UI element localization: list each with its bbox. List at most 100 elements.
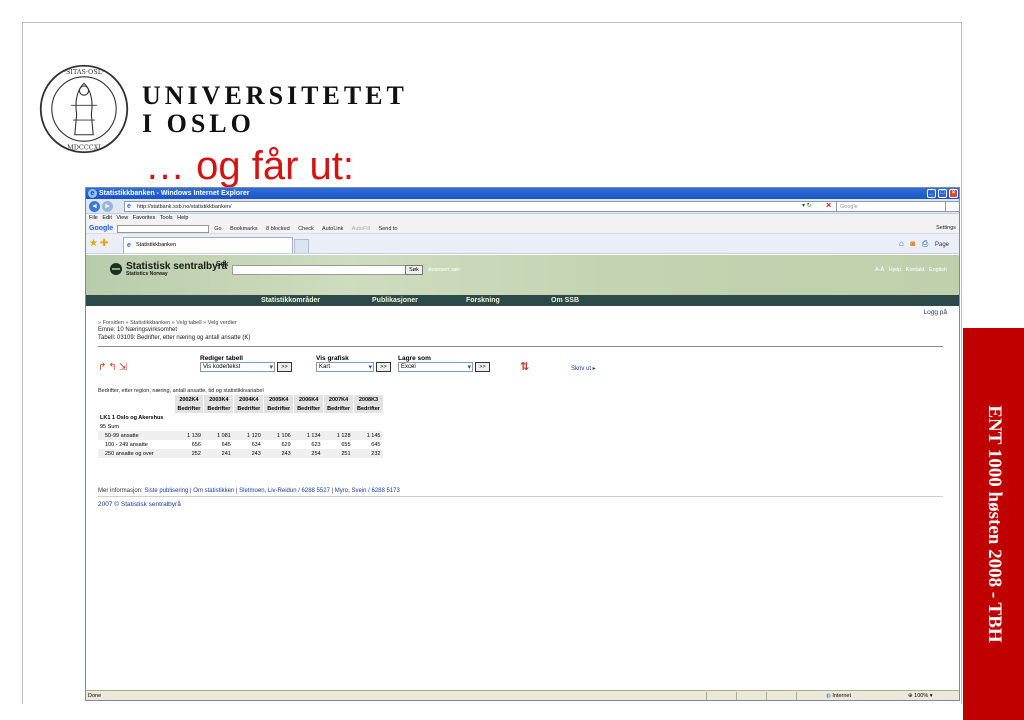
popup-blocked-button[interactable]: 8 blocked bbox=[266, 226, 290, 232]
divider bbox=[98, 496, 943, 497]
copyright[interactable]: 2007 © Statistisk sentralbyrå bbox=[98, 501, 181, 508]
edit-table-select[interactable]: Vis kode/tekst bbox=[200, 362, 275, 372]
settings-button[interactable]: Settings bbox=[936, 223, 956, 234]
status-divider bbox=[796, 692, 797, 700]
save-as-select[interactable]: Excel bbox=[398, 362, 473, 372]
print-link[interactable]: Skriv ut ▸ bbox=[571, 365, 596, 372]
table-cell: 252 bbox=[174, 449, 204, 458]
measure-header: Bedrifter bbox=[353, 404, 384, 413]
period-header[interactable]: 2007K4 bbox=[323, 395, 355, 404]
save-as-go-button[interactable]: >> bbox=[474, 362, 490, 372]
more-info-links[interactable]: Siste publisering | Om statistikken | Sl… bbox=[144, 488, 399, 494]
nav-statistikkomrader[interactable]: Statistikkområder bbox=[261, 295, 320, 306]
back-icon[interactable]: ◄ bbox=[89, 201, 100, 212]
slide-heading: … og får ut: bbox=[145, 144, 354, 188]
period-header[interactable]: 2004K4 bbox=[233, 395, 265, 404]
graph-select[interactable]: Kart bbox=[316, 362, 374, 372]
print-icon[interactable]: ⎙ bbox=[922, 239, 928, 248]
nav-forskning[interactable]: Forskning bbox=[466, 295, 500, 306]
table-row: 250 ansatte og over 252 241 243 243 254 … bbox=[98, 449, 384, 458]
tab-bar: ★✚ Statistikkbanken ⌂ ◙ ⎙ Page bbox=[86, 234, 959, 254]
home-icon[interactable]: ⌂ bbox=[899, 239, 904, 248]
svg-text:MDCCCXI: MDCCCXI bbox=[67, 143, 101, 151]
internet-explorer-icon: e bbox=[88, 189, 97, 198]
edit-table-group: Rediger tabell Vis kode/tekst >> bbox=[200, 355, 292, 372]
spellcheck-button[interactable]: Check bbox=[298, 226, 314, 232]
window-titlebar[interactable]: e Statistikkbanken - Windows Internet Ex… bbox=[86, 188, 959, 199]
ssb-search-input[interactable] bbox=[232, 265, 407, 275]
period-header[interactable]: 2003K4 bbox=[203, 395, 235, 404]
period-header[interactable]: 2008K3 bbox=[353, 395, 384, 404]
table-cell: 645 bbox=[371, 441, 381, 448]
breadcrumb[interactable]: » Forsiden » Statistikkbanken » Velg tab… bbox=[98, 320, 237, 326]
ssb-search-button[interactable]: Søk bbox=[405, 265, 423, 275]
table-row: 100 - 249 ansatte 656 645 634 629 623 65… bbox=[98, 440, 383, 449]
row-label: 100 - 249 ansatte bbox=[105, 441, 148, 448]
table-cell: 1 145 bbox=[353, 431, 384, 440]
google-search-input[interactable] bbox=[116, 224, 209, 233]
more-info: Mer informasjon: Siste publisering | Om … bbox=[98, 488, 400, 494]
close-icon[interactable]: × bbox=[949, 189, 958, 198]
google-toolbar: Google Go Bookmarks 8 blocked Check Auto… bbox=[86, 223, 959, 234]
graph-go-button[interactable]: >> bbox=[375, 362, 391, 372]
page-content: Statistisk sentralbyrå Statistics Norway… bbox=[86, 255, 959, 690]
pivot-arrows-icon[interactable]: ↱↰⇲ bbox=[98, 362, 129, 373]
new-tab-button[interactable] bbox=[294, 239, 309, 253]
table-cell: 1 120 bbox=[233, 431, 264, 440]
search-input[interactable]: Google bbox=[836, 201, 946, 212]
advanced-search-link[interactable]: Avansert søk bbox=[428, 267, 460, 273]
ssb-main-nav: Statistikkområder Publikasjoner Forsknin… bbox=[86, 295, 959, 306]
ssb-logo-icon[interactable] bbox=[110, 263, 122, 275]
corner-cell bbox=[98, 404, 175, 413]
favorites-star-icon[interactable]: ★✚ bbox=[89, 238, 110, 249]
svg-text:·SITAS·OSL·: ·SITAS·OSL· bbox=[64, 68, 104, 76]
period-header[interactable]: 2005K4 bbox=[263, 395, 295, 404]
subject-line: Emne: 10 Næringsvirksomhet bbox=[98, 327, 178, 333]
table-cell: 629 bbox=[281, 441, 291, 448]
page-menu[interactable]: Page bbox=[935, 242, 949, 248]
autolink-button[interactable]: AutoLink bbox=[322, 226, 343, 232]
table-cell: 634 bbox=[251, 441, 261, 448]
stop-icon[interactable]: × bbox=[826, 200, 831, 210]
google-go-button[interactable]: Go bbox=[214, 226, 221, 232]
bookmarks-button[interactable]: Bookmarks bbox=[230, 226, 258, 232]
maximize-icon[interactable]: □ bbox=[938, 189, 947, 198]
row-label: 250 ansatte og over bbox=[98, 449, 174, 458]
table-cell: 243 bbox=[263, 449, 294, 458]
table-cell: 251 bbox=[323, 449, 354, 458]
status-divider bbox=[766, 692, 767, 700]
period-header[interactable]: 2002K4 bbox=[174, 395, 205, 404]
side-banner-text: ENT 1000 høsten 2008 - TBH bbox=[983, 405, 1005, 643]
login-link[interactable]: Logg på bbox=[924, 309, 948, 316]
command-bar: ⌂ ◙ ⎙ Page bbox=[899, 239, 949, 249]
google-logo: Google bbox=[89, 225, 114, 232]
university-name-line2: I OSLO bbox=[142, 109, 255, 138]
minimize-icon[interactable]: _ bbox=[927, 189, 936, 198]
send-to-button[interactable]: Send to bbox=[379, 226, 398, 232]
sort-icon[interactable]: ⇅ bbox=[520, 360, 529, 373]
status-divider bbox=[706, 692, 707, 700]
autofill-button[interactable]: AutoFill bbox=[352, 226, 370, 232]
side-banner: ENT 1000 høsten 2008 - TBH bbox=[963, 328, 1024, 720]
nav-publikasjoner[interactable]: Publikasjoner bbox=[372, 295, 418, 306]
ssb-top-links[interactable]: A-Å Hjelp Kontakt English bbox=[875, 267, 947, 273]
table-cell: 656 bbox=[191, 441, 201, 448]
edit-table-go-button[interactable]: >> bbox=[276, 362, 292, 372]
table-caption: Bedrifter, etter region, næring, antall … bbox=[98, 388, 264, 394]
feeds-icon[interactable]: ◙ bbox=[910, 239, 915, 248]
tab-statistikkbanken[interactable]: Statistikkbanken bbox=[123, 237, 293, 253]
menu-bar[interactable]: File Edit View Favorites Tools Help bbox=[86, 214, 959, 223]
zoom-level[interactable]: ⊕ 100% ▾ bbox=[908, 691, 933, 700]
window-title: Statistikkbanken - Windows Internet Expl… bbox=[99, 190, 250, 197]
table-cell: 645 bbox=[221, 441, 231, 448]
url-input[interactable]: http://statbank.ssb.no/statistikkbanken/ bbox=[124, 201, 959, 212]
table-cell: 655 bbox=[341, 441, 351, 448]
globe-icon: ◍ bbox=[826, 693, 831, 699]
header-row-periods: 2002K4 2003K4 2004K4 2005K4 2006K4 2007K… bbox=[98, 395, 384, 404]
security-zone[interactable]: ◍ Internet bbox=[826, 691, 886, 700]
zoom-icon: ⊕ bbox=[908, 693, 913, 699]
table-tools: ↱↰⇲ Rediger tabell Vis kode/tekst >> Vis… bbox=[98, 355, 698, 375]
period-header[interactable]: 2006K4 bbox=[293, 395, 325, 404]
nav-om-ssb[interactable]: Om SSB bbox=[551, 295, 579, 306]
forward-icon[interactable]: ► bbox=[102, 201, 113, 212]
